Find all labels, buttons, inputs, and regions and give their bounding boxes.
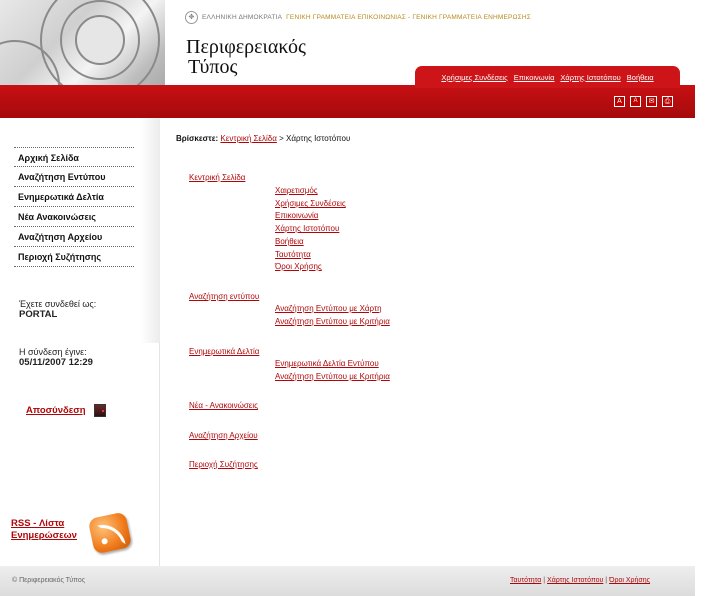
sitemap-search-by-criteria[interactable]: Αναζήτηση Εντύπου με Κριτήρια <box>275 317 390 326</box>
top-link-useful-links[interactable]: Χρήσιμες Συνδέσεις <box>441 73 507 82</box>
print-icon[interactable]: ⎙ <box>662 96 673 107</box>
sitemap-sitemap[interactable]: Χάρτης Ιστοτόπου <box>275 224 339 233</box>
sidebar-item-home[interactable]: Αρχική Σελίδα <box>14 147 134 167</box>
sitemap-newsletter-search-by-criteria[interactable]: Αναζήτηση Εντύπου με Κριτήρια <box>275 372 390 381</box>
sitemap-publication-newsletters[interactable]: Ενημερωτικά Δελτία Εντύπου <box>275 359 379 368</box>
sidebar-menu: Αρχική Σελίδα Αναζήτηση Εντύπου Ενημερωτ… <box>14 147 134 267</box>
tool-icons: A A ✉ ⎙ <box>614 96 673 107</box>
connected-user: PORTAL <box>19 309 58 320</box>
footer-links: Ταυτότητα | Χάρτης Ιστοτόπου | Όροι Χρήσ… <box>510 577 650 584</box>
government-line: ✥ ΕΛΛΗΝΙΚΗ ΔΗΜΟΚΡΑΤΙΑ ΓΕΝΙΚΗ ΓΡΑΜΜΑΤΕΙΑ … <box>185 10 531 24</box>
top-navigation: Χρήσιμες Συνδέσεις Επικοινωνία Χάρτης Ισ… <box>415 66 680 88</box>
sidebar-item-newsletters[interactable]: Ενημερωτικά Δελτία <box>14 187 134 207</box>
footer-link-terms[interactable]: Όροι Χρήσης <box>609 577 650 584</box>
rss-line2: Ενημερώσεων <box>11 530 77 541</box>
greek-seal-icon: ✥ <box>185 10 198 24</box>
rss-feed-icon[interactable] <box>87 511 133 555</box>
sitemap-identity[interactable]: Ταυτότητα <box>275 250 311 259</box>
site-title-line2: Τύπος <box>188 56 238 78</box>
sitemap-home[interactable]: Κεντρική Σελίδα <box>189 173 245 182</box>
login-time: 05/11/2007 12:29 <box>19 357 93 368</box>
font-increase-icon[interactable]: A <box>614 96 625 107</box>
sitemap-newsletters[interactable]: Ενημερωτικά Δελτία <box>189 347 259 356</box>
sidebar-item-archive-search[interactable]: Αναζήτηση Αρχείου <box>14 227 134 247</box>
rss-link[interactable]: RSS - Λίστα Ενημερώσεων <box>11 518 91 542</box>
breadcrumb-home-link[interactable]: Κεντρική Σελίδα <box>220 134 276 143</box>
connected-info: Έχετε συνδεθεί ως: PORTAL <box>19 299 96 320</box>
breadcrumb: Βρίσκεστε: Κεντρική Σελίδα > Χάρτης Ιστο… <box>176 134 350 143</box>
sidebar-shade <box>140 118 160 343</box>
header: ✥ ΕΛΛΗΝΙΚΗ ΔΗΜΟΚΡΑΤΙΑ ΓΕΝΙΚΗ ΓΡΑΜΜΑΤΕΙΑ … <box>0 0 695 118</box>
red-banner <box>0 85 695 118</box>
sidebar-item-announcements[interactable]: Νέα Ανακοινώσεις <box>14 207 134 227</box>
top-link-contact[interactable]: Επικοινωνία <box>514 73 555 82</box>
connected-label: Έχετε συνδεθεί ως: <box>19 299 97 309</box>
copyright-text: © Περιφερειακός Τύπος <box>12 577 86 584</box>
sitemap-contact[interactable]: Επικοινωνία <box>275 211 318 220</box>
rss-line1: RSS - Λίστα <box>11 518 65 529</box>
site-title: Περιφερειακός Τύπος <box>186 37 306 77</box>
login-label: Η σύνδεση έγινε: <box>19 347 87 357</box>
sitemap-help[interactable]: Βοήθεια <box>275 237 304 246</box>
sidebar: Αρχική Σελίδα Αναζήτηση Εντύπου Ενημερωτ… <box>0 118 160 566</box>
login-info: Η σύνδεση έγινε: 05/11/2007 12:29 <box>19 347 93 368</box>
breadcrumb-label: Βρίσκεστε: <box>176 134 219 143</box>
sitemap-discussion[interactable]: Περιοχή Συζήτησης <box>189 460 258 469</box>
sitemap-archive-search[interactable]: Αναζήτηση Αρχείου <box>189 431 258 440</box>
top-link-help[interactable]: Βοήθεια <box>627 73 654 82</box>
gov-secretariat: ΓΕΝΙΚΗ ΓΡΑΜΜΑΤΕΙΑ ΕΠΙΚΟΙΝΩΝΙΑΣ - ΓΕΝΙΚΗ … <box>286 13 531 21</box>
logout-door-icon[interactable] <box>93 404 106 417</box>
email-icon[interactable]: ✉ <box>646 96 657 107</box>
sidebar-item-discussion[interactable]: Περιοχή Συζήτησης <box>14 247 134 267</box>
sitemap-search-by-map[interactable]: Αναζήτηση Εντύπου με Χάρτη <box>275 304 382 313</box>
font-decrease-icon[interactable]: A <box>630 96 641 107</box>
sitemap-search-publication[interactable]: Αναζήτηση εντύπου <box>189 292 259 301</box>
sitemap-announcements[interactable]: Νέα - Ανακοινώσεις <box>189 401 258 410</box>
sitemap-welcome[interactable]: Χαιρετισμός <box>275 186 318 195</box>
logout-area: Αποσύνδεση <box>26 404 106 417</box>
sitemap-terms[interactable]: Όροι Χρήσης <box>275 262 322 271</box>
footer-link-sitemap[interactable]: Χάρτης Ιστοτόπου <box>547 577 603 584</box>
sitemap-useful-links[interactable]: Χρήσιμες Συνδέσεις <box>275 199 346 208</box>
top-link-sitemap[interactable]: Χάρτης Ιστοτόπου <box>560 73 620 82</box>
breadcrumb-current: > Χάρτης Ιστοτόπου <box>279 134 351 143</box>
footer-link-identity[interactable]: Ταυτότητα <box>510 577 541 584</box>
sidebar-item-search-publication[interactable]: Αναζήτηση Εντύπου <box>14 167 134 187</box>
footer: © Περιφερειακός Τύπος Ταυτότητα | Χάρτης… <box>0 566 695 596</box>
gov-text: ΕΛΛΗΝΙΚΗ ΔΗΜΟΚΡΑΤΙΑ <box>202 13 283 21</box>
site-title-line1: Περιφερειακός <box>186 36 306 58</box>
rss-area: RSS - Λίστα Ενημερώσεων <box>11 511 136 555</box>
logout-link[interactable]: Αποσύνδεση <box>26 405 86 416</box>
